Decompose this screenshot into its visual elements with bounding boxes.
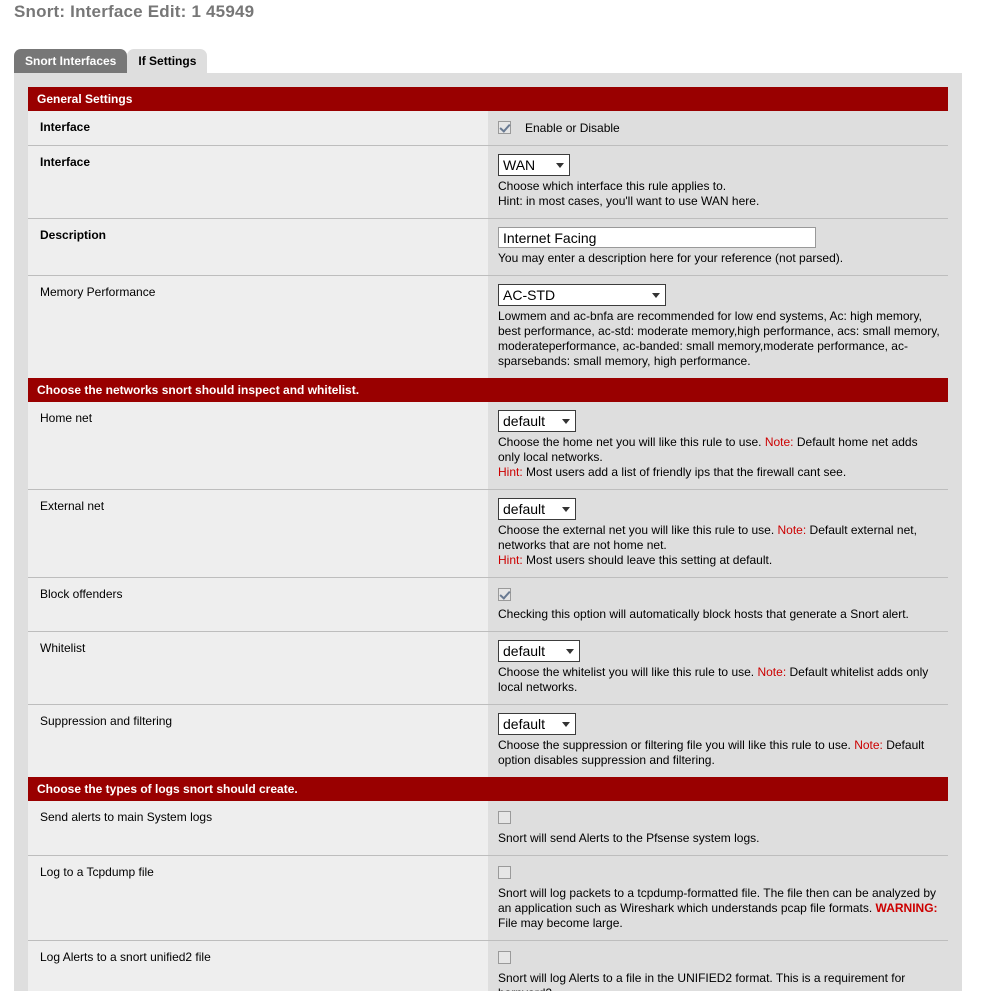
- whitelist-desc: Choose the whitelist you will like this …: [498, 665, 942, 695]
- cell-description: You may enter a description here for you…: [488, 218, 948, 276]
- unified2-desc: Snort will log Alerts to a file in the U…: [498, 971, 906, 991]
- home-net-desc: Choose the home net you will like this r…: [498, 435, 942, 465]
- section-header-general-label: General Settings: [28, 87, 948, 111]
- description-input[interactable]: [498, 227, 816, 248]
- whitelist-note-label: Note:: [757, 665, 787, 679]
- cell-whitelist: default Choose the whitelist you will li…: [488, 631, 948, 705]
- tcpdump-checkbox[interactable]: [498, 866, 511, 879]
- page-root: Snort: Interface Edit: 1 45949 Snort Int…: [0, 0, 987, 991]
- interface-select-wrapper: WAN: [498, 154, 570, 176]
- whitelist-select-wrapper: default: [498, 640, 580, 662]
- enable-interface-checkbox[interactable]: [498, 121, 511, 134]
- memory-performance-select[interactable]: AC-STD: [498, 284, 666, 306]
- row-external-net: External net default Choose the external…: [28, 489, 948, 578]
- section-header-general: General Settings: [28, 87, 948, 111]
- interface-settings-form: General Settings Interface Enable or Dis…: [28, 87, 948, 991]
- block-offenders-checkbox[interactable]: [498, 588, 511, 601]
- suppression-select-wrapper: default: [498, 713, 576, 735]
- row-home-net: Home net default Choose the home net you…: [28, 402, 948, 490]
- row-description: Description You may enter a description …: [28, 218, 948, 276]
- external-net-desc: Choose the external net you will like th…: [498, 523, 942, 553]
- tab-snort-interfaces[interactable]: Snort Interfaces: [14, 49, 128, 73]
- label-interface-enable: Interface: [28, 111, 488, 146]
- external-net-hint: Hint: Most users should leave this setti…: [498, 553, 942, 568]
- cell-unified2: Snort will log Alerts to a file in the U…: [488, 940, 948, 991]
- suppression-desc: Choose the suppression or filtering file…: [498, 738, 942, 768]
- external-net-desc-pre: Choose the external net you will like th…: [498, 523, 775, 537]
- home-net-note-label: Note:: [764, 435, 794, 449]
- label-external-net: External net: [28, 489, 488, 578]
- page-title: Snort: Interface Edit: 1 45949: [14, 2, 255, 21]
- whitelist-desc-pre: Choose the whitelist you will like this …: [498, 665, 755, 679]
- unified2-checkbox[interactable]: [498, 951, 511, 964]
- tcpdump-desc-pre: Snort will log packets to a tcpdump-form…: [498, 886, 937, 915]
- external-net-note-label: Note:: [777, 523, 807, 537]
- cell-block-offenders: Checking this option will automatically …: [488, 577, 948, 632]
- section-header-logs: Choose the types of logs snort should cr…: [28, 777, 948, 801]
- row-system-logs: Send alerts to main System logs Snort wi…: [28, 801, 948, 856]
- section-header-networks-label: Choose the networks snort should inspect…: [28, 378, 948, 402]
- tab-if-settings[interactable]: If Settings: [127, 49, 208, 73]
- cell-home-net: default Choose the home net you will lik…: [488, 402, 948, 490]
- cell-system-logs: Snort will send Alerts to the Pfsense sy…: [488, 801, 948, 856]
- home-net-select-wrapper: default: [498, 410, 576, 432]
- label-unified2: Log Alerts to a snort unified2 file: [28, 940, 488, 991]
- row-memory-performance: Memory Performance AC-STD Lowmem and ac-…: [28, 275, 948, 378]
- section-header-logs-label: Choose the types of logs snort should cr…: [28, 777, 948, 801]
- row-interface-enable: Interface Enable or Disable: [28, 111, 948, 146]
- external-net-select-wrapper: default: [498, 498, 576, 520]
- row-tcpdump: Log to a Tcpdump file Snort will log pac…: [28, 855, 948, 941]
- home-net-desc-pre: Choose the home net you will like this r…: [498, 435, 762, 449]
- suppression-desc-pre: Choose the suppression or filtering file…: [498, 738, 851, 752]
- home-net-hint: Hint: Most users add a list of friendly …: [498, 465, 942, 480]
- label-description: Description: [28, 218, 488, 276]
- section-header-networks: Choose the networks snort should inspect…: [28, 378, 948, 402]
- description-desc: You may enter a description here for you…: [498, 251, 844, 265]
- whitelist-select[interactable]: default: [498, 640, 580, 662]
- home-net-hint-label: Hint:: [498, 465, 523, 479]
- external-net-select[interactable]: default: [498, 498, 576, 520]
- block-offenders-desc: Checking this option will automatically …: [498, 607, 909, 621]
- interface-select-desc-1: Choose which interface this rule applies…: [498, 179, 727, 193]
- cell-interface-select: WAN Choose which interface this rule app…: [488, 145, 948, 219]
- label-suppression: Suppression and filtering: [28, 704, 488, 777]
- tab-bar: Snort Interfaces If Settings: [14, 49, 208, 73]
- label-home-net: Home net: [28, 402, 488, 490]
- interface-select-desc-2: Hint: in most cases, you'll want to use …: [498, 194, 760, 208]
- cell-suppression: default Choose the suppression or filter…: [488, 704, 948, 777]
- label-whitelist: Whitelist: [28, 631, 488, 705]
- memory-performance-select-wrapper: AC-STD: [498, 284, 666, 306]
- memory-performance-desc: Lowmem and ac-bnfa are recommended for l…: [498, 309, 940, 368]
- cell-external-net: default Choose the external net you will…: [488, 489, 948, 578]
- settings-panel: General Settings Interface Enable or Dis…: [14, 73, 962, 991]
- tcpdump-desc: Snort will log packets to a tcpdump-form…: [498, 886, 942, 931]
- cell-tcpdump: Snort will log packets to a tcpdump-form…: [488, 855, 948, 941]
- suppression-select[interactable]: default: [498, 713, 576, 735]
- system-logs-desc: Snort will send Alerts to the Pfsense sy…: [498, 831, 760, 845]
- tcpdump-warning-label: WARNING:: [875, 901, 938, 915]
- row-block-offenders: Block offenders Checking this option wil…: [28, 577, 948, 632]
- row-unified2: Log Alerts to a snort unified2 file Snor…: [28, 940, 948, 991]
- row-interface-select: Interface WAN Choose which interface thi…: [28, 145, 948, 219]
- label-interface-select: Interface: [28, 145, 488, 219]
- home-net-hint-text: Most users add a list of friendly ips th…: [526, 465, 847, 479]
- tcpdump-warning-text: File may become large.: [498, 916, 623, 930]
- home-net-select[interactable]: default: [498, 410, 576, 432]
- label-block-offenders: Block offenders: [28, 577, 488, 632]
- label-tcpdump: Log to a Tcpdump file: [28, 855, 488, 941]
- external-net-hint-text: Most users should leave this setting at …: [526, 553, 773, 567]
- system-logs-checkbox[interactable]: [498, 811, 511, 824]
- cell-interface-enable: Enable or Disable: [488, 111, 948, 146]
- row-suppression: Suppression and filtering default Choose…: [28, 704, 948, 777]
- label-memory-performance: Memory Performance: [28, 275, 488, 378]
- row-whitelist: Whitelist default Choose the whitelist y…: [28, 631, 948, 705]
- label-system-logs: Send alerts to main System logs: [28, 801, 488, 856]
- external-net-hint-label: Hint:: [498, 553, 523, 567]
- enable-interface-label: Enable or Disable: [525, 120, 620, 135]
- cell-memory-performance: AC-STD Lowmem and ac-bnfa are recommende…: [488, 275, 948, 378]
- suppression-note-label: Note:: [854, 738, 883, 752]
- interface-select[interactable]: WAN: [498, 154, 570, 176]
